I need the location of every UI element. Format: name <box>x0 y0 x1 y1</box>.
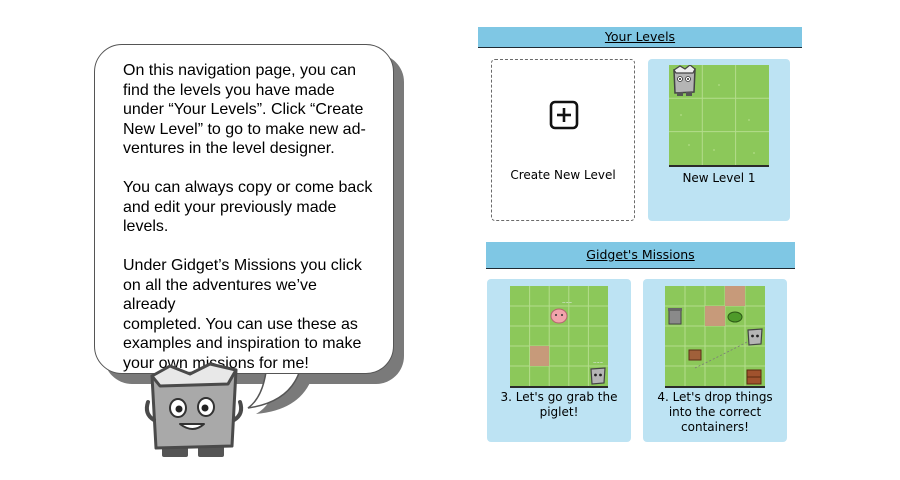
trash-can-icon <box>668 308 682 325</box>
bubble-paragraph-2: You can always copy or come back and edi… <box>123 179 373 235</box>
bubble-paragraph-1: On this navigation page, you can find th… <box>123 62 366 157</box>
mission-card-3[interactable]: ~~~ ~~~ 3. Let's go grab the piglet! <box>487 279 631 442</box>
level-card-new-level-1[interactable]: New Level 1 <box>648 59 790 221</box>
speech-bubble: On this navigation page, you can find th… <box>94 44 394 374</box>
plus-square-icon <box>549 100 579 130</box>
gidget-token-icon <box>673 65 696 96</box>
your-levels-title-link[interactable]: Your Levels <box>605 29 675 44</box>
level-grid-preview <box>669 65 769 167</box>
mission-3-grid-preview: ~~~ ~~~ <box>510 286 608 388</box>
mission-3-label: 3. Let's go grab the piglet! <box>500 390 618 419</box>
mission-4-grid-preview <box>665 286 765 388</box>
gidget-token-icon <box>747 328 763 346</box>
bubble-paragraph-3: Under Gidget’s Missions you click on all… <box>123 257 362 372</box>
turtle-icon <box>727 311 743 323</box>
piglet-icon <box>550 308 568 324</box>
svg-text:~~~: ~~~ <box>562 300 572 305</box>
mission-4-label: 4. Let's drop things into the correct co… <box>657 390 773 434</box>
svg-text:~~~: ~~~ <box>593 360 603 365</box>
crate-icon <box>746 369 762 385</box>
mission-card-4[interactable]: 4. Let's drop things into the correct co… <box>643 279 787 442</box>
create-new-level-button[interactable]: Create New Level <box>491 59 635 221</box>
missions-header: Gidget's Missions <box>486 242 795 269</box>
basket-icon <box>688 349 702 361</box>
your-levels-header: Your Levels <box>478 27 802 48</box>
gidget-token-icon <box>590 367 606 385</box>
gidget-robot-icon <box>144 362 244 457</box>
missions-title-link[interactable]: Gidget's Missions <box>586 247 694 262</box>
level-card-label: New Level 1 <box>682 171 756 185</box>
create-new-level-label: Create New Level <box>510 168 616 182</box>
